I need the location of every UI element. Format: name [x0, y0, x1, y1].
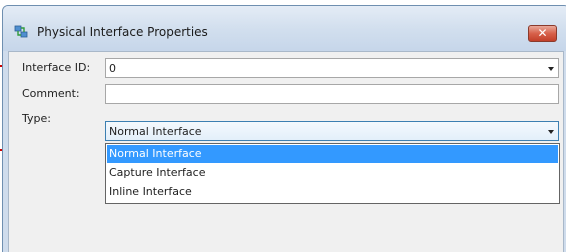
chevron-down-icon[interactable]: [548, 130, 554, 134]
interface-id-value: 0: [109, 62, 116, 75]
title-bar[interactable]: Physical Interface Properties ✕: [3, 6, 566, 51]
type-value: Normal Interface: [109, 125, 202, 138]
interface-id-label: Interface ID:: [22, 61, 91, 74]
dialog-title: Physical Interface Properties: [37, 25, 208, 39]
chevron-down-icon[interactable]: [548, 67, 554, 71]
close-button[interactable]: ✕: [528, 25, 557, 42]
type-dropdown[interactable]: Normal Interface: [105, 121, 559, 141]
comment-label: Comment:: [22, 87, 80, 100]
close-icon: ✕: [537, 26, 548, 40]
dialog-window: Physical Interface Properties ✕ Interfac…: [2, 5, 566, 252]
network-interface-icon: [14, 25, 28, 39]
interface-id-dropdown[interactable]: 0: [105, 58, 559, 78]
type-options-list: Normal Interface Capture Interface Inlin…: [105, 143, 560, 204]
option-inline-interface[interactable]: Inline Interface: [107, 183, 558, 201]
comment-field[interactable]: [105, 84, 559, 104]
option-normal-interface[interactable]: Normal Interface: [107, 145, 558, 163]
dialog-body: Interface ID: 0 Comment: Type: Normal In…: [8, 51, 564, 252]
option-capture-interface[interactable]: Capture Interface: [107, 164, 558, 182]
type-label: Type:: [22, 112, 51, 125]
